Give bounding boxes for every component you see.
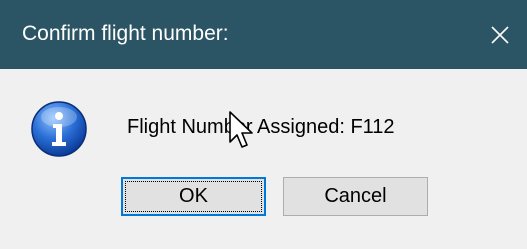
message-dialog: Confirm flight number: Flight Number Ass… (0, 0, 527, 249)
cancel-button-label: Cancel (324, 185, 387, 207)
dialog-message: Flight Number Assigned: F112 (127, 116, 395, 138)
dialog-title: Confirm flight number: (22, 22, 229, 45)
close-icon (491, 25, 509, 44)
dialog-body: Flight Number Assigned: F112 OK Cancel (0, 69, 527, 249)
cancel-button[interactable]: Cancel (283, 177, 428, 216)
info-icon (31, 101, 87, 157)
close-button[interactable] (473, 0, 527, 69)
ok-button-label: OK (179, 185, 208, 207)
ok-button[interactable]: OK (121, 177, 266, 216)
title-bar[interactable]: Confirm flight number: (0, 0, 527, 69)
